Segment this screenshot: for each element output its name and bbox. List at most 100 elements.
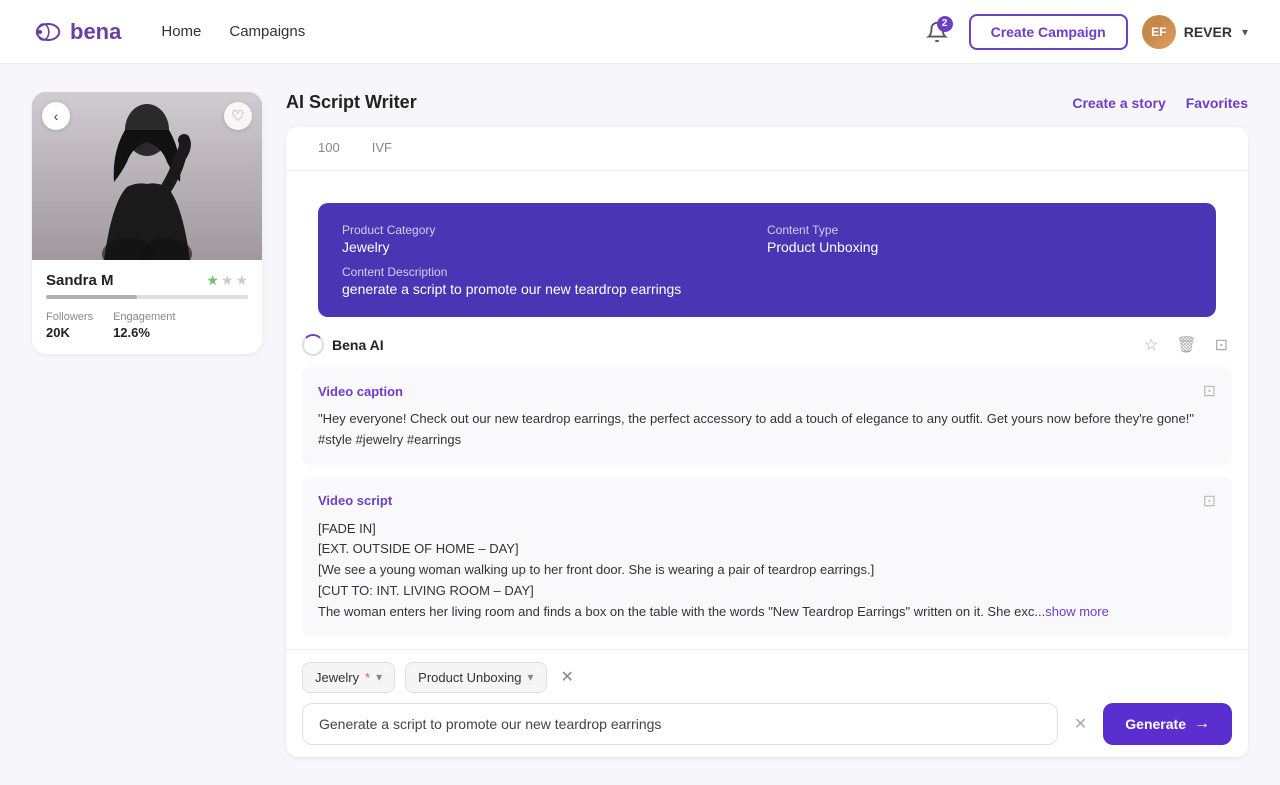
input-row: ✕ Generate → [302, 703, 1232, 745]
script-line-1: [FADE IN] [318, 519, 1216, 540]
tabs-row: 100 IVF [286, 127, 1248, 171]
back-button[interactable]: ‹ [42, 102, 70, 130]
content-type-select[interactable]: Product Unboxing ▾ [405, 662, 546, 693]
star-3: ★ [235, 272, 248, 289]
nav-home[interactable]: Home [161, 23, 201, 40]
navbar: bena Home Campaigns 2 Create Campaign EF… [0, 0, 1280, 64]
info-card: Product Category Jewelry Content Type Pr… [318, 203, 1216, 317]
copy-caption-button[interactable]: ⊡ [1203, 381, 1216, 401]
ai-label: Bena AI [332, 337, 384, 353]
info-card-grid: Product Category Jewelry Content Type Pr… [342, 223, 1192, 255]
clear-input-button[interactable]: ✕ [1068, 714, 1093, 734]
nav-links: Home Campaigns [161, 23, 305, 40]
create-campaign-button[interactable]: Create Campaign [969, 14, 1128, 50]
notification-badge: 2 [937, 16, 953, 32]
product-category-label: Product Category [342, 223, 767, 237]
video-caption-header: Video caption ⊡ [318, 381, 1216, 401]
left-panel: ‹ ♡ Sandra M ★ ★ ★ Followers [32, 92, 262, 757]
close-filter-button[interactable]: ✕ [557, 667, 578, 687]
avatar: EF [1142, 15, 1176, 49]
profile-progress-bar [46, 295, 248, 299]
product-category-value: Jewelry [342, 239, 767, 255]
nav-campaigns[interactable]: Campaigns [229, 23, 305, 40]
engagement-value: 12.6% [113, 325, 175, 340]
star-2: ★ [221, 272, 234, 289]
chevron-down-icon: ▾ [1242, 25, 1248, 39]
profile-name: Sandra M [46, 272, 114, 289]
category-select[interactable]: Jewelry * ▾ [302, 662, 395, 693]
right-panel: AI Script Writer Create a story Favorite… [286, 92, 1248, 757]
star-rating: ★ ★ ★ [206, 272, 248, 289]
navbar-right: 2 Create Campaign EF REVER ▾ [919, 14, 1248, 50]
profile-image-wrap: ‹ ♡ [32, 92, 262, 260]
filter-row: Jewelry * ▾ Product Unboxing ▾ ✕ [302, 662, 1232, 693]
bottom-bar: Jewelry * ▾ Product Unboxing ▾ ✕ ✕ Gener… [286, 649, 1248, 757]
script-line-5: The woman enters her living room and fin… [318, 602, 1216, 623]
create-story-link[interactable]: Create a story [1072, 95, 1165, 111]
content-type-chevron-icon: ▾ [528, 670, 534, 684]
video-caption-title: Video caption [318, 384, 403, 399]
script-writer-title: AI Script Writer [286, 92, 417, 113]
script-line-4: [CUT TO: INT. LIVING ROOM – DAY] [318, 581, 1216, 602]
script-text-input[interactable] [302, 703, 1058, 745]
video-script-header: Video script ⊡ [318, 491, 1216, 511]
product-category-field: Product Category Jewelry [342, 223, 767, 255]
tab-100[interactable]: 100 [302, 130, 356, 167]
video-script-text: [FADE IN] [EXT. OUTSIDE OF HOME – DAY] [… [318, 519, 1216, 623]
logo[interactable]: bena [32, 16, 121, 48]
navbar-left: bena Home Campaigns [32, 16, 305, 48]
profile-card: ‹ ♡ Sandra M ★ ★ ★ Followers [32, 92, 262, 354]
content-type-field: Content Type Product Unboxing [767, 223, 1192, 255]
ai-message-actions: ☆ 🗑 ⊡ [1140, 333, 1232, 357]
engagement-stat: Engagement 12.6% [113, 311, 175, 340]
content-type-value: Product Unboxing [767, 239, 1192, 255]
script-header-actions: Create a story Favorites [1072, 95, 1248, 111]
content-description-label: Content Description [342, 265, 1192, 279]
generate-btn-label: Generate [1125, 716, 1186, 732]
favorites-link[interactable]: Favorites [1186, 95, 1248, 111]
ai-label-row: Bena AI [302, 334, 384, 356]
copy-script-button[interactable]: ⊡ [1203, 491, 1216, 511]
ai-spinner [302, 334, 324, 356]
ai-message: Bena AI ☆ 🗑 ⊡ Video caption ⊡ [302, 333, 1232, 637]
show-more-link[interactable]: show more [1045, 604, 1109, 619]
script-writer-header: AI Script Writer Create a story Favorite… [286, 92, 1248, 113]
user-menu[interactable]: EF REVER ▾ [1142, 15, 1248, 49]
content-type-label: Content Type [767, 223, 1192, 237]
favorite-button[interactable]: ♡ [224, 102, 252, 130]
content-description-value: generate a script to promote our new tea… [342, 281, 1192, 297]
script-line-2: [EXT. OUTSIDE OF HOME – DAY] [318, 539, 1216, 560]
required-indicator: * [365, 670, 370, 685]
content-type-select-label: Product Unboxing [418, 670, 521, 685]
followers-value: 20K [46, 325, 93, 340]
followers-label: Followers [46, 311, 93, 323]
ai-message-header: Bena AI ☆ 🗑 ⊡ [302, 333, 1232, 357]
logo-text: bena [70, 19, 121, 45]
engagement-label: Engagement [113, 311, 175, 323]
video-script-block: Video script ⊡ [FADE IN] [EXT. OUTSIDE O… [302, 477, 1232, 637]
category-chevron-icon: ▾ [376, 670, 382, 684]
main-layout: ‹ ♡ Sandra M ★ ★ ★ Followers [0, 64, 1280, 785]
video-caption-text: "Hey everyone! Check out our new teardro… [318, 409, 1216, 451]
generate-button[interactable]: Generate → [1103, 703, 1232, 745]
username: REVER [1184, 24, 1232, 40]
script-line-3: [We see a young woman walking up to her … [318, 560, 1216, 581]
tab-ivf[interactable]: IVF [356, 130, 408, 167]
star-1: ★ [206, 272, 219, 289]
generate-arrow-icon: → [1194, 715, 1210, 733]
profile-info: Sandra M ★ ★ ★ Followers 20K [32, 260, 262, 354]
delete-action-button[interactable]: 🗑 [1172, 333, 1200, 357]
expand-action-button[interactable]: ⊡ [1211, 333, 1232, 357]
video-script-title: Video script [318, 493, 392, 508]
profile-stats: Followers 20K Engagement 12.6% [46, 311, 248, 340]
star-action-button[interactable]: ☆ [1140, 333, 1162, 357]
content-description-field: Content Description generate a script to… [342, 265, 1192, 297]
profile-bar-fill [46, 295, 137, 299]
content-box: 100 IVF Product Category Jewelry Content… [286, 127, 1248, 757]
ai-message-section: Product Category Jewelry Content Type Pr… [286, 171, 1248, 649]
notification-button[interactable]: 2 [919, 14, 955, 50]
video-caption-block: Video caption ⊡ "Hey everyone! Check out… [302, 367, 1232, 465]
category-select-label: Jewelry [315, 670, 359, 685]
profile-name-row: Sandra M ★ ★ ★ [46, 272, 248, 289]
followers-stat: Followers 20K [46, 311, 93, 340]
